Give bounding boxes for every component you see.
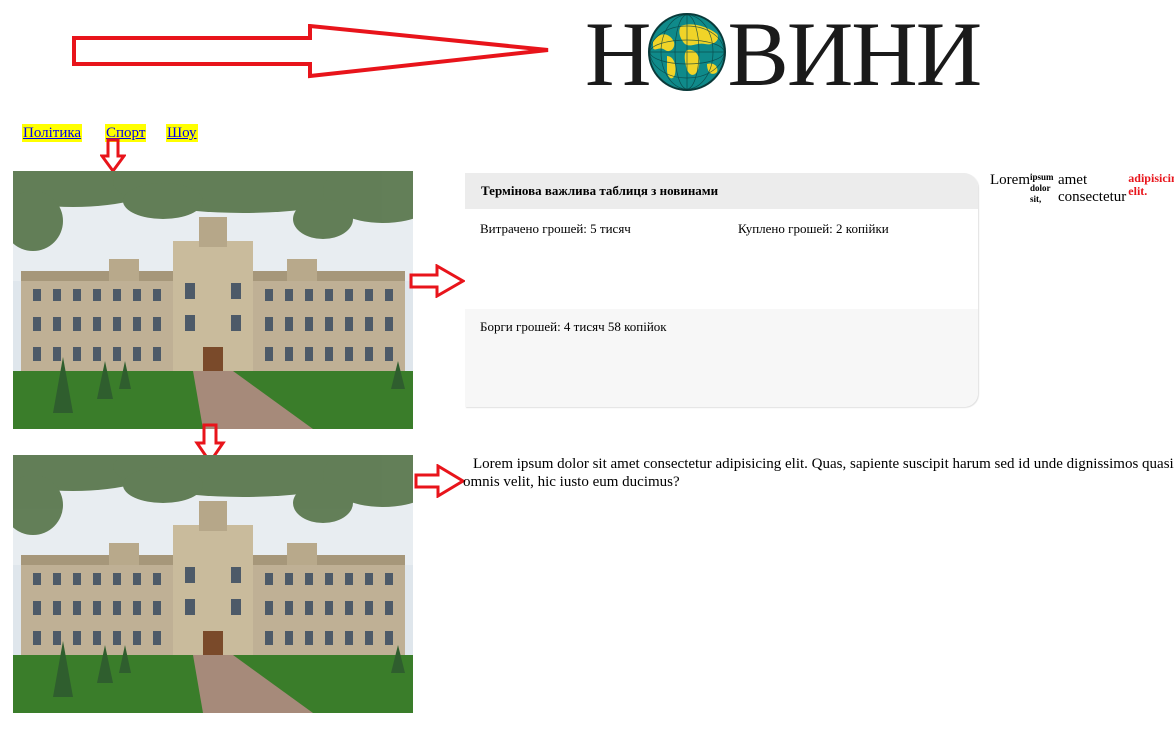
nav-link-show[interactable]: Шоу (166, 124, 198, 142)
decorative-arrow-right-icon (72, 24, 549, 79)
table-cell-debts: Борги грошей: 4 тисяч 58 копійок (480, 319, 667, 334)
logo-text: Н ВИНИ (585, 3, 982, 105)
university-photo (13, 171, 413, 429)
table-cell-spent: Витрачено грошей: 5 тисяч (480, 221, 631, 236)
decorative-arrow-right-icon (409, 264, 467, 298)
table-row: Борги грошей: 4 тисяч 58 копійок (465, 309, 978, 407)
globe-icon (648, 13, 726, 91)
text-word: consectetur (1057, 189, 1127, 205)
text-word: elit. (1128, 184, 1148, 198)
site-logo: Н ВИНИ (585, 4, 985, 104)
table-title: Термінова важлива таблиця з новинами (465, 173, 978, 209)
table-cell-bought: Куплено грошей: 2 копійки (738, 221, 889, 236)
styled-text-block: Loremipsum dolor sit,amet consecteturadipis… (990, 172, 1174, 206)
decorative-arrow-right-icon (414, 464, 466, 498)
decorative-arrow-down-icon (100, 138, 126, 174)
text-word: dolor (1029, 183, 1051, 193)
university-photo (13, 455, 413, 713)
table-row: Витрачено грошей: 5 тисяч Куплено грошей… (465, 209, 978, 309)
article-paragraph: Lorem ipsum dolor sit amet consectetur a… (463, 456, 1174, 490)
nav-link-politics[interactable]: Політика (22, 124, 83, 142)
news-table: Термінова важлива таблиця з новинами Вит… (465, 173, 978, 407)
text-word: sit, (1029, 194, 1042, 204)
text-word: ipsum (1029, 172, 1054, 182)
text-word: Lorem (990, 172, 1030, 188)
text-word: amet (1057, 172, 1088, 188)
